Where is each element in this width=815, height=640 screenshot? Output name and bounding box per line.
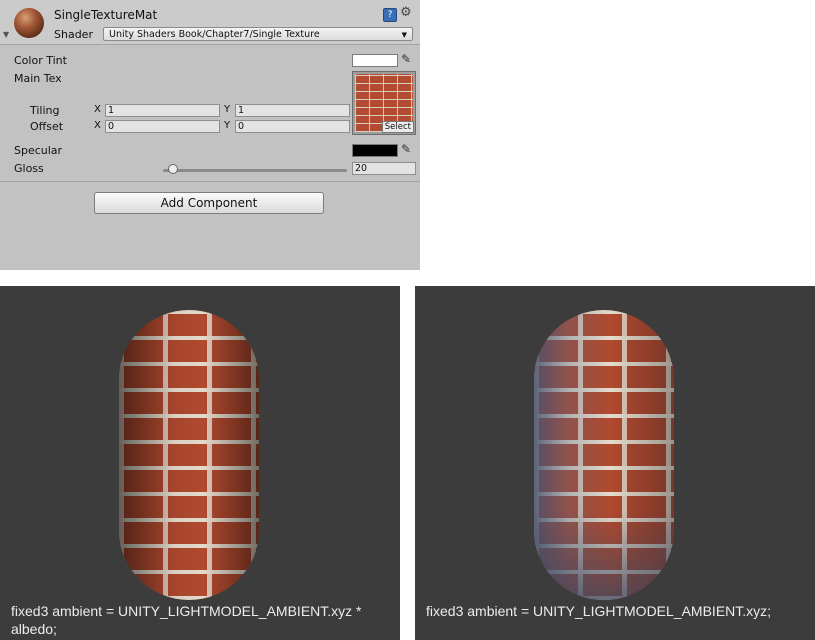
eyedropper-icon[interactable]: ✎ <box>401 142 411 156</box>
material-name: SingleTextureMat <box>54 8 158 22</box>
gloss-slider-handle[interactable] <box>168 164 178 174</box>
capsule-shading <box>119 310 259 600</box>
ambient-tint <box>534 510 674 600</box>
offset-x-field[interactable]: 0 <box>105 120 220 133</box>
shader-label: Shader <box>54 28 93 41</box>
add-component-button[interactable]: Add Component <box>94 192 324 214</box>
specular-color-swatch[interactable] <box>352 144 398 157</box>
material-preview-icon <box>14 8 44 38</box>
texture-select-button[interactable]: Select <box>381 121 414 133</box>
brick-capsule <box>534 310 674 600</box>
tiling-x-field[interactable]: 1 <box>105 104 220 117</box>
render-preview-left: fixed3 ambient = UNITY_LIGHTMODEL_AMBIEN… <box>0 286 400 640</box>
gloss-label: Gloss <box>14 162 44 175</box>
help-icon[interactable]: ? <box>383 8 397 22</box>
gloss-slider-track[interactable] <box>163 169 347 172</box>
divider <box>0 181 420 182</box>
divider <box>0 44 420 45</box>
tiling-x-axis-label: X <box>94 104 101 115</box>
gear-icon[interactable]: ⚙ <box>400 6 412 20</box>
main-tex-label: Main Tex <box>14 72 62 85</box>
eyedropper-icon[interactable]: ✎ <box>401 52 411 66</box>
offset-y-axis-label: Y <box>224 120 231 131</box>
color-tint-swatch[interactable] <box>352 54 398 67</box>
tiling-y-axis-label: Y <box>224 104 231 115</box>
offset-label: Offset <box>30 120 64 133</box>
offset-x-axis-label: X <box>94 120 101 131</box>
chevron-down-icon: ▼ <box>401 31 407 39</box>
foldout-arrow-icon[interactable]: ▼ <box>3 30 9 39</box>
offset-y-field[interactable]: 0 <box>235 120 350 133</box>
gloss-value-field[interactable]: 20 <box>352 162 416 175</box>
material-inspector: ▼ SingleTextureMat ? ⚙ Shader Unity Shad… <box>0 0 420 270</box>
shader-dropdown[interactable]: Unity Shaders Book/Chapter7/Single Textu… <box>103 27 413 41</box>
specular-label: Specular <box>14 144 63 157</box>
render-preview-right: fixed3 ambient = UNITY_LIGHTMODEL_AMBIEN… <box>415 286 815 640</box>
brick-capsule <box>119 310 259 600</box>
shader-code-caption: fixed3 ambient = UNITY_LIGHTMODEL_AMBIEN… <box>426 603 772 619</box>
tiling-y-field[interactable]: 1 <box>235 104 350 117</box>
color-tint-label: Color Tint <box>14 54 67 67</box>
shader-dropdown-value: Unity Shaders Book/Chapter7/Single Textu… <box>109 29 320 40</box>
main-tex-slot[interactable]: Select <box>352 71 416 135</box>
tiling-label: Tiling <box>30 104 60 117</box>
material-header: ▼ SingleTextureMat ? ⚙ Shader Unity Shad… <box>0 0 420 44</box>
shader-code-caption: fixed3 ambient = UNITY_LIGHTMODEL_AMBIEN… <box>11 603 362 637</box>
